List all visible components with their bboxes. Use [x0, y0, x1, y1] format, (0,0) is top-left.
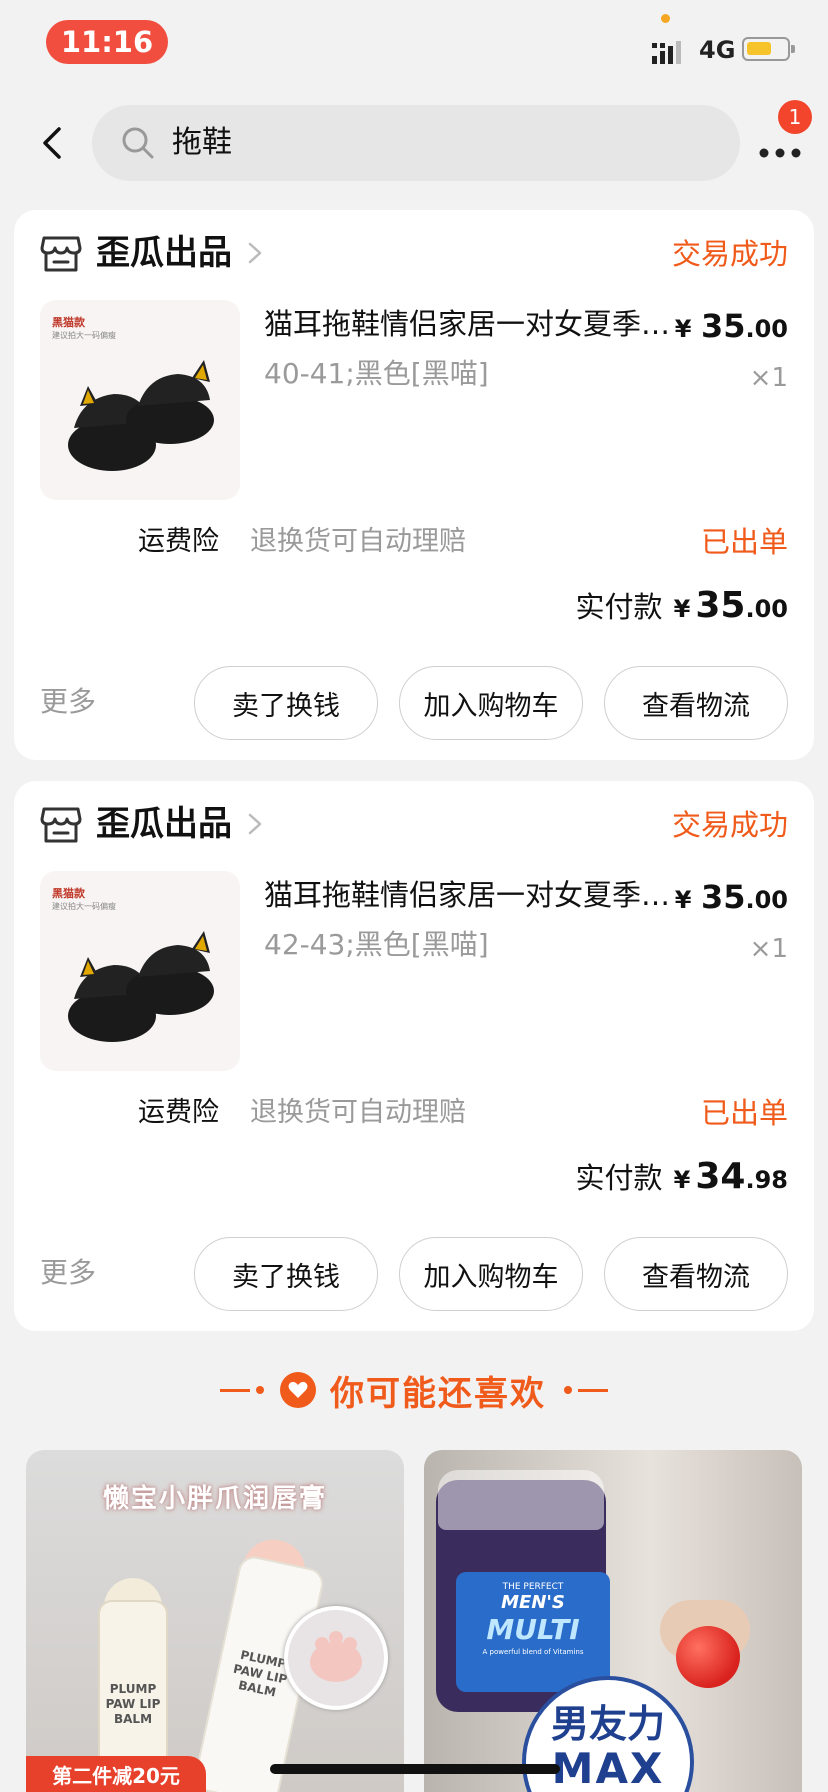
order-status: 交易成功 [671, 237, 788, 271]
status-bar: 11:16 4G [0, 0, 828, 88]
back-button[interactable] [30, 115, 74, 171]
price-integer: 35 [700, 307, 746, 345]
shop-name[interactable]: 歪瓜出品 [96, 228, 232, 278]
product-title[interactable]: 猫耳拖鞋情侣家居一对女夏季家用防滑软底男士冬季可... [264, 873, 684, 917]
jar-text: MEN'S [501, 1592, 565, 1613]
shipping-status: 已出单 [700, 525, 788, 559]
search-header: 拖鞋 1 [0, 95, 828, 191]
product-image[interactable]: 黑猫款 建议拍大一码偏瘦 [40, 871, 240, 1071]
slipper-image [68, 360, 214, 471]
balm-label: PLUMP PAW LIP BALM [105, 1682, 161, 1726]
paid-decimal: .98 [745, 1166, 788, 1194]
jar-text: MULTI [486, 1613, 580, 1646]
product-title[interactable]: 猫耳拖鞋情侣家居一对女夏季家用防滑软底男士冬季可... [264, 302, 684, 346]
track-shipping-button[interactable]: 查看物流 [604, 1237, 788, 1311]
paid-integer: 34 [695, 1156, 746, 1197]
order-card[interactable]: 歪瓜出品 交易成功 黑猫款 建议拍大一码偏瘦 猫耳拖鞋情侣家居一对女夏季家用防滑… [14, 210, 814, 760]
search-input[interactable]: 拖鞋 [92, 105, 740, 181]
jar-text: THE PERFECT [502, 1582, 564, 1592]
insurance-description: 退换货可自动理赔 [250, 526, 466, 557]
product-detail-circle [284, 1606, 388, 1710]
paid-amount: 实付款 ¥ 35.00 [575, 580, 788, 638]
shop-name[interactable]: 歪瓜出品 [96, 799, 232, 849]
paid-symbol: ¥ [673, 595, 691, 623]
signal-icon [652, 41, 681, 64]
mic-indicator-dot [661, 14, 670, 23]
recommend-headline: 懒宝小胖爪润唇膏 [102, 1484, 327, 1514]
shipping-status: 已出单 [700, 1096, 788, 1130]
gummy-image [676, 1626, 740, 1688]
order-card[interactable]: 歪瓜出品 交易成功 黑猫款 建议拍大一码偏瘦 猫耳拖鞋情侣家居一对女夏季家用防滑… [14, 781, 814, 1331]
product-price: ¥ 35.00 [675, 304, 788, 351]
paid-amount: 实付款 ¥ 34.98 [575, 1151, 788, 1209]
price-decimal: .00 [745, 886, 788, 914]
sell-button[interactable]: 卖了换钱 [194, 1237, 378, 1311]
recommend-card[interactable]: THE PERFECT MEN'S MULTI A powerful blend… [424, 1450, 802, 1792]
jar-text: A powerful blend of Vitamins [482, 1648, 584, 1656]
insurance-label: 运费险 [138, 1097, 219, 1128]
chevron-left-icon [43, 127, 61, 159]
more-link[interactable]: 更多 [40, 680, 96, 724]
shop-icon [40, 236, 82, 272]
product-quantity: ×1 [749, 363, 788, 393]
order-status: 交易成功 [671, 808, 788, 842]
insurance-label: 运费险 [138, 526, 219, 557]
price-symbol: ¥ [674, 886, 692, 914]
paid-label: 实付款 [575, 590, 663, 624]
add-to-cart-button[interactable]: 加入购物车 [399, 666, 583, 740]
price-symbol: ¥ [674, 315, 692, 343]
product-quantity: ×1 [749, 934, 788, 964]
status-time: 11:16 [46, 20, 168, 64]
network-label: 4G [699, 36, 736, 64]
divider-dot [256, 1386, 264, 1394]
chevron-right-icon [248, 813, 262, 835]
divider [220, 1388, 250, 1392]
product-image[interactable]: 黑猫款 建议拍大一码偏瘦 [40, 300, 240, 500]
jar-lid [438, 1470, 604, 1530]
search-query-text: 拖鞋 [172, 125, 232, 160]
paid-decimal: .00 [745, 595, 788, 623]
paid-symbol: ¥ [673, 1166, 691, 1194]
divider [578, 1388, 608, 1392]
add-to-cart-button[interactable]: 加入购物车 [399, 1237, 583, 1311]
thumb-label: 黑猫款 [52, 316, 85, 329]
notification-badge: 1 [778, 100, 812, 134]
paid-integer: 35 [695, 585, 746, 626]
price-integer: 35 [700, 878, 746, 916]
thumb-sub: 建议拍大一码偏瘦 [52, 902, 116, 911]
product-spec: 42-43;黑色[黑喵] [264, 928, 489, 961]
thumb-label: 黑猫款 [52, 887, 85, 900]
battery-icon [742, 37, 795, 61]
sell-button[interactable]: 卖了换钱 [194, 666, 378, 740]
recommend-card[interactable]: 懒宝小胖爪润唇膏 PLUMP PAW LIP BALM PLUMP PAW LI… [26, 1450, 404, 1792]
badge-text: 男友力 [550, 1702, 665, 1746]
track-shipping-button[interactable]: 查看物流 [604, 666, 788, 740]
divider-dot [564, 1386, 572, 1394]
price-decimal: .00 [745, 315, 788, 343]
heart-icon [280, 1372, 316, 1408]
search-icon [122, 127, 154, 159]
paid-label: 实付款 [575, 1161, 663, 1195]
jar-label: THE PERFECT MEN'S MULTI A powerful blend… [456, 1572, 610, 1692]
recommend-header: 你可能还喜欢 [0, 1360, 828, 1420]
promo-tag: 第二件减20元 [26, 1756, 206, 1792]
home-indicator[interactable] [270, 1764, 560, 1774]
product-price: ¥ 35.00 [675, 875, 788, 922]
more-link[interactable]: 更多 [40, 1251, 96, 1295]
shop-icon [40, 807, 82, 843]
insurance-description: 退换货可自动理赔 [250, 1097, 466, 1128]
recommend-title: 你可能还喜欢 [330, 1373, 546, 1414]
slipper-image [68, 931, 214, 1042]
thumb-sub: 建议拍大一码偏瘦 [52, 331, 116, 340]
chevron-right-icon [248, 242, 262, 264]
product-spec: 40-41;黑色[黑喵] [264, 357, 489, 390]
